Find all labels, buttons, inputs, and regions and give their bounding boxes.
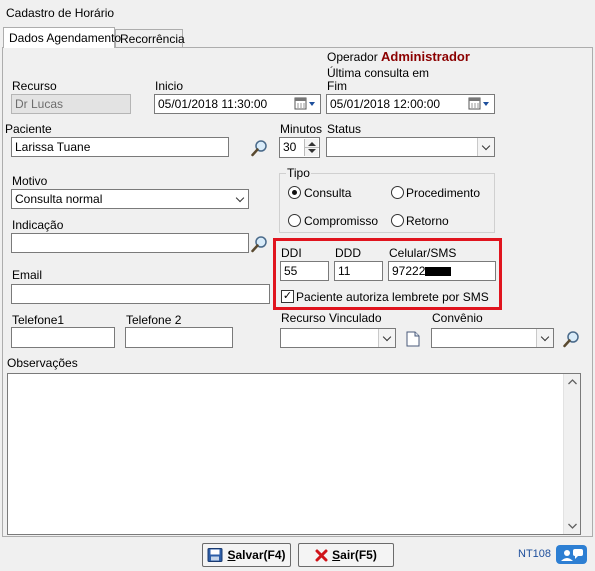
fim-value: 05/01/2018 12:00:00 bbox=[330, 97, 441, 111]
recurso-label: Recurso bbox=[12, 79, 57, 93]
scroll-down-icon[interactable] bbox=[568, 523, 577, 529]
status-label: Status bbox=[327, 122, 362, 136]
exit-label: Sair(F5) bbox=[332, 548, 377, 562]
motivo-select[interactable]: Consulta normal bbox=[11, 189, 249, 209]
exit-button[interactable]: Sair(F5) bbox=[298, 543, 394, 567]
radio-retorno[interactable] bbox=[391, 214, 404, 227]
ddd-label: DDD bbox=[335, 246, 361, 260]
tab-dados-agendamento-label: Dados Agendamento bbox=[9, 31, 122, 45]
sms-authorize-label: Paciente autoriza lembrete por SMS bbox=[296, 290, 489, 304]
save-button[interactable]: Salvar(F4) bbox=[202, 543, 291, 567]
redaction-bar bbox=[425, 267, 452, 277]
tab-recorrencia-label: Recorrência bbox=[120, 32, 185, 46]
motivo-value: Consulta normal bbox=[15, 192, 103, 206]
close-icon bbox=[315, 549, 328, 561]
celular-label: Celular/SMS bbox=[389, 246, 457, 260]
last-query-label: Última consulta em bbox=[327, 66, 430, 80]
search-icon[interactable] bbox=[251, 139, 269, 157]
telefone2-field[interactable] bbox=[125, 327, 233, 348]
tab-bar: Dados Agendamento Recorrência bbox=[0, 27, 595, 48]
chevron-down-icon[interactable] bbox=[231, 190, 248, 208]
stepper-arrows-icon[interactable] bbox=[304, 139, 319, 156]
minutos-label: Minutos bbox=[280, 122, 323, 136]
inicio-label: Inicio bbox=[155, 79, 184, 93]
celular-field[interactable]: 97222 bbox=[388, 261, 496, 281]
telefone1-field[interactable] bbox=[11, 327, 115, 348]
ddd-field[interactable]: 11 bbox=[334, 261, 383, 281]
search-icon[interactable] bbox=[563, 330, 581, 348]
telefone2-label: Telefone 2 bbox=[126, 313, 182, 327]
search-icon[interactable] bbox=[251, 235, 269, 253]
save-label: Salvar(F4) bbox=[227, 548, 286, 562]
fim-datetime-field[interactable]: 05/01/2018 12:00:00 bbox=[326, 94, 495, 114]
calendar-icon[interactable] bbox=[468, 97, 492, 111]
chat-support-icon[interactable] bbox=[556, 545, 587, 564]
convenio-label: Convênio bbox=[432, 311, 483, 325]
floppy-disk-icon bbox=[207, 548, 223, 562]
recurso-vinculado-label: Recurso Vinculado bbox=[281, 311, 382, 325]
convenio-select[interactable] bbox=[431, 328, 554, 348]
radio-consulta-label: Consulta bbox=[304, 186, 352, 200]
recurso-field: Dr Lucas bbox=[11, 94, 131, 114]
inicio-value: 05/01/2018 11:30:00 bbox=[158, 97, 268, 111]
indicacao-field[interactable] bbox=[11, 233, 249, 253]
radio-compromisso[interactable] bbox=[288, 214, 301, 227]
celular-value: 97222 bbox=[392, 264, 426, 278]
radio-procedimento-label: Procedimento bbox=[406, 186, 481, 200]
operator-name: Administrador bbox=[381, 49, 470, 64]
radio-consulta[interactable] bbox=[288, 186, 301, 199]
email-field[interactable] bbox=[11, 284, 270, 304]
observacoes-textarea[interactable] bbox=[7, 373, 581, 535]
chevron-down-icon[interactable] bbox=[378, 329, 395, 347]
radio-retorno-label: Retorno bbox=[406, 214, 449, 228]
radio-compromisso-label: Compromisso bbox=[304, 214, 379, 228]
observacoes-label: Observações bbox=[7, 356, 78, 370]
minutos-stepper[interactable]: 30 bbox=[279, 137, 320, 158]
recurso-vinculado-select[interactable] bbox=[280, 328, 396, 348]
operator-label: Operador Administrador bbox=[327, 49, 470, 64]
document-icon[interactable] bbox=[406, 331, 420, 347]
inicio-datetime-field[interactable]: 05/01/2018 11:30:00 bbox=[154, 94, 321, 114]
calendar-icon[interactable] bbox=[294, 97, 318, 111]
minutos-value: 30 bbox=[283, 140, 297, 154]
tipo-label: Tipo bbox=[286, 166, 311, 180]
status-select[interactable] bbox=[326, 137, 495, 157]
vertical-scrollbar[interactable] bbox=[563, 374, 580, 534]
sms-authorize-checkbox[interactable]: ✓ bbox=[281, 290, 294, 303]
email-label: Email bbox=[12, 268, 43, 282]
tab-dados-agendamento[interactable]: Dados Agendamento bbox=[3, 27, 121, 48]
radio-procedimento[interactable] bbox=[391, 186, 404, 199]
ddi-field[interactable]: 55 bbox=[280, 261, 329, 281]
chevron-down-icon[interactable] bbox=[536, 329, 553, 347]
paciente-label: Paciente bbox=[5, 122, 52, 136]
window-title: Cadastro de Horário bbox=[6, 6, 115, 20]
motivo-label: Motivo bbox=[12, 174, 48, 188]
chevron-down-icon[interactable] bbox=[477, 138, 494, 156]
operator-prefix: Operador bbox=[327, 50, 378, 64]
tab-recorrencia[interactable]: Recorrência bbox=[115, 29, 185, 48]
scroll-up-icon[interactable] bbox=[568, 379, 577, 385]
telefone1-label: Telefone1 bbox=[12, 313, 65, 327]
fim-label: Fim bbox=[327, 79, 347, 93]
indicacao-label: Indicação bbox=[12, 218, 64, 232]
ddi-label: DDI bbox=[281, 246, 302, 260]
paciente-field[interactable]: Larissa Tuane bbox=[11, 137, 229, 157]
version-code: NT108 bbox=[518, 548, 552, 560]
